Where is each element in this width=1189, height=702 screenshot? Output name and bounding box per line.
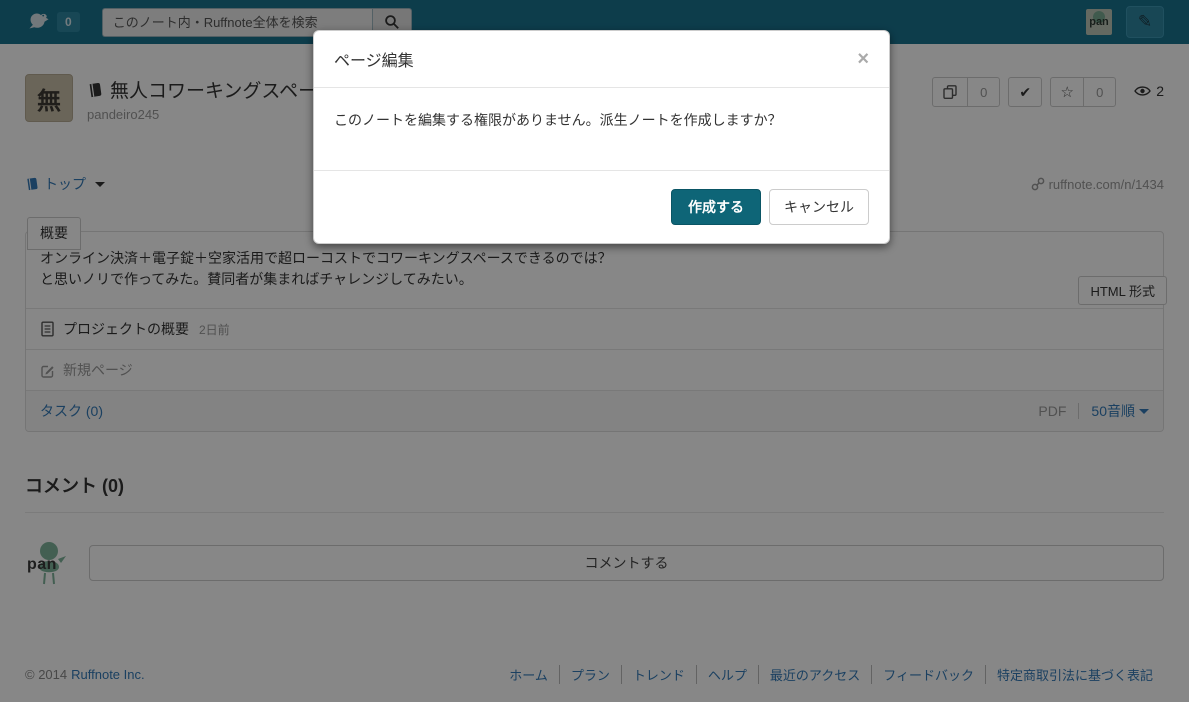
cancel-button[interactable]: キャンセル	[769, 189, 869, 225]
close-icon[interactable]: ×	[857, 49, 869, 69]
create-button[interactable]: 作成する	[671, 189, 761, 225]
page-edit-modal: ページ編集 × このノートを編集する権限がありません。派生ノートを作成しますか？…	[313, 30, 890, 244]
modal-message: このノートを編集する権限がありません。派生ノートを作成しますか？	[334, 112, 782, 128]
modal-title: ページ編集	[334, 47, 414, 71]
